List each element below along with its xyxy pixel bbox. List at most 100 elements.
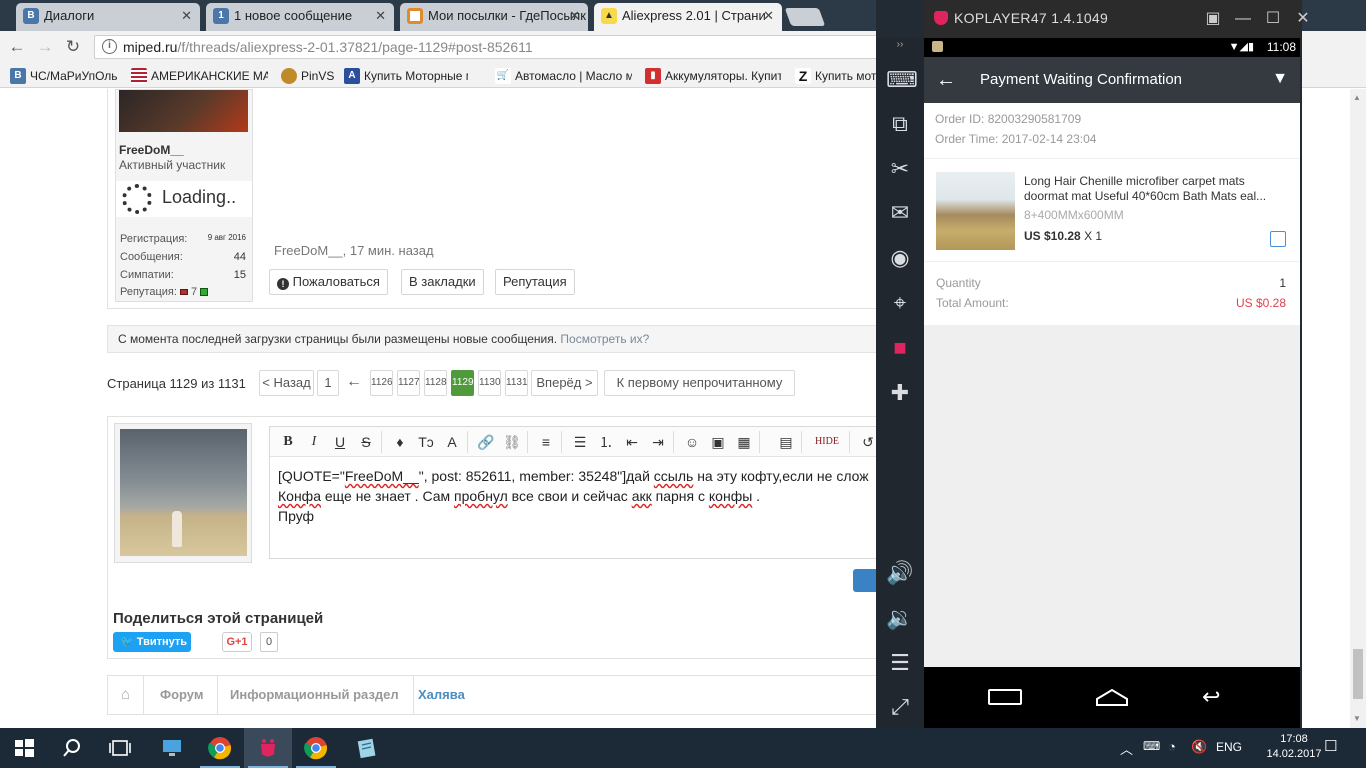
show-hidden-icons[interactable]: ︿: [1120, 739, 1133, 758]
snapshot-icon[interactable]: [1270, 231, 1286, 247]
scroll-up-icon[interactable]: ▲: [1353, 93, 1361, 102]
keyboard-layout-icon[interactable]: ⌨: [1143, 739, 1160, 753]
start-button[interactable]: [0, 728, 48, 768]
page-link[interactable]: 1127: [397, 370, 420, 396]
media-icon[interactable]: ▦: [733, 432, 755, 452]
bookmark-item[interactable]: PinVS: [281, 67, 337, 85]
network-icon[interactable]: ◔: [1168, 739, 1176, 754]
taskbar-app-notes[interactable]: [342, 728, 390, 768]
post-meta[interactable]: FreeDoM__, 17 мин. назад: [274, 243, 434, 258]
page-link[interactable]: 1126: [370, 370, 393, 396]
tab-dialogs[interactable]: B Диалоги ✕: [16, 3, 200, 31]
scroll-down-icon[interactable]: ▼: [1353, 714, 1361, 723]
address-bar[interactable]: i miped.ru/f/threads/aliexpress-2-01.378…: [94, 35, 894, 59]
username-link[interactable]: FreeDoM__: [119, 143, 184, 157]
volume-up-icon[interactable]: 🔊: [886, 559, 914, 587]
tweet-button[interactable]: 🐦 Твитнуть: [113, 632, 191, 652]
info-icon[interactable]: i: [102, 39, 117, 54]
new-tab-button[interactable]: [784, 8, 826, 26]
task-view-button[interactable]: [96, 728, 144, 768]
breadcrumb-freebies[interactable]: Халява: [404, 676, 479, 714]
home-icon[interactable]: ⌂: [108, 676, 144, 714]
tab-parcels[interactable]: Мои посылки - ГдеПосылк ✕: [400, 3, 588, 31]
language-indicator[interactable]: ENG: [1216, 740, 1242, 754]
prev-page-button[interactable]: < Назад: [259, 370, 314, 396]
product-card[interactable]: Long Hair Chenille microfiber carpet mat…: [924, 159, 1300, 261]
page-first[interactable]: 1: [317, 370, 339, 396]
screenshot-scissors-icon[interactable]: ✂: [886, 155, 914, 183]
bookmark-item[interactable]: A Купить Моторные ма: [344, 67, 468, 85]
volume-muted-icon[interactable]: 🔇: [1191, 739, 1207, 755]
link-icon[interactable]: 🔗: [475, 432, 497, 452]
back-arrow-icon[interactable]: ←: [6, 36, 28, 58]
camera-icon[interactable]: ◉: [886, 244, 914, 272]
keyboard-icon[interactable]: ⌨: [886, 66, 918, 94]
close-icon[interactable]: ✕: [375, 3, 386, 29]
close-icon[interactable]: ✕: [181, 3, 192, 29]
tab-new-message[interactable]: 1 1 новое сообщение ✕: [206, 3, 394, 31]
install-apk-icon[interactable]: ✚: [886, 379, 914, 407]
taskbar-app-explorer[interactable]: [148, 728, 196, 768]
editor-text[interactable]: [QUOTE="FreeDoM__", post: 852611, member…: [278, 466, 878, 526]
bookmark-item[interactable]: АМЕРИКАНСКИЕ МА: [131, 67, 268, 85]
page-link[interactable]: 1131: [505, 370, 528, 396]
breadcrumb-forum[interactable]: Форум: [144, 676, 219, 714]
close-icon[interactable]: ✕: [569, 3, 580, 29]
expand-sidebar-icon[interactable]: ››: [876, 38, 924, 52]
recent-apps-icon[interactable]: [988, 689, 1022, 705]
bold-icon[interactable]: B: [277, 432, 299, 452]
minimize-icon[interactable]: —: [1232, 8, 1254, 30]
text-color-icon[interactable]: ♦: [389, 432, 411, 452]
next-page-button[interactable]: Вперёд >: [531, 370, 598, 396]
save-draft-icon[interactable]: ▤: [775, 432, 797, 452]
reload-icon[interactable]: ↻: [62, 36, 84, 58]
back-nav-icon[interactable]: ↩: [1202, 686, 1240, 708]
bullet-list-icon[interactable]: ☰: [569, 432, 591, 452]
close-icon[interactable]: ✕: [1292, 8, 1314, 30]
taskbar-app-chrome[interactable]: [196, 728, 244, 768]
fullscreen-icon[interactable]: ⤢: [886, 693, 914, 721]
page-link[interactable]: 1128: [424, 370, 447, 396]
image-icon[interactable]: ▣: [707, 432, 729, 452]
forward-arrow-icon[interactable]: →: [34, 36, 56, 58]
bookmark-item[interactable]: ▮ Аккумуляторы. Купит: [645, 67, 781, 85]
bookmark-item[interactable]: Z Купить мот: [795, 67, 877, 85]
home-icon[interactable]: [1095, 687, 1129, 707]
font-family-icon[interactable]: A: [441, 432, 463, 452]
filter-icon[interactable]: ▼: [1272, 70, 1288, 88]
report-button[interactable]: ! Пожаловаться: [269, 269, 388, 295]
indent-icon[interactable]: ⇥: [647, 432, 669, 452]
taskbar-app-chrome-2[interactable]: [292, 728, 340, 768]
page-scrollbar[interactable]: ▲ ▼: [1350, 89, 1366, 728]
gplus-button[interactable]: G+1: [222, 632, 252, 652]
font-size-icon[interactable]: Tↄ: [415, 432, 437, 452]
record-video-icon[interactable]: ■: [886, 334, 914, 362]
unlink-icon[interactable]: ⛓: [501, 432, 523, 452]
skip-arrow-icon[interactable]: ←: [343, 370, 365, 396]
italic-icon[interactable]: I: [303, 432, 325, 452]
shared-folder-icon[interactable]: ✉: [886, 199, 914, 227]
reputation-button[interactable]: Репутация: [495, 269, 575, 295]
strikethrough-icon[interactable]: S: [355, 432, 377, 452]
scroll-thumb[interactable]: [1353, 649, 1363, 699]
menu-icon[interactable]: ☰: [886, 649, 914, 677]
bookmark-item[interactable]: B ЧС/МаРиУпОль: [10, 67, 122, 85]
outdent-icon[interactable]: ⇤: [621, 432, 643, 452]
notifications-icon[interactable]: ☐: [1324, 737, 1337, 755]
system-clock[interactable]: 17:08 14.02.2017: [1264, 732, 1324, 762]
show-new-posts-link[interactable]: Посмотреть их?: [560, 332, 649, 346]
bookmark-button[interactable]: В закладки: [401, 269, 484, 295]
back-arrow-icon[interactable]: ←: [936, 68, 956, 92]
pin-window-icon[interactable]: ▣: [1202, 8, 1224, 30]
search-button[interactable]: [48, 728, 96, 768]
close-icon[interactable]: ✕: [763, 3, 774, 29]
product-image[interactable]: [936, 172, 1015, 250]
taskbar-app-koplayer[interactable]: [244, 728, 292, 768]
volume-down-icon[interactable]: 🔉: [886, 604, 914, 632]
screen-rotate-icon[interactable]: ⧉: [886, 110, 914, 138]
tab-aliexpress-thread[interactable]: ▲ Aliexpress 2.01 | Страни ✕: [594, 3, 782, 31]
first-unread-button[interactable]: К первому непрочитанному: [604, 370, 795, 396]
align-icon[interactable]: ≡: [535, 432, 557, 452]
location-icon[interactable]: ⌖: [886, 289, 914, 317]
bookmark-item[interactable]: 🛒 Автомасло | Масло м: [495, 67, 632, 85]
